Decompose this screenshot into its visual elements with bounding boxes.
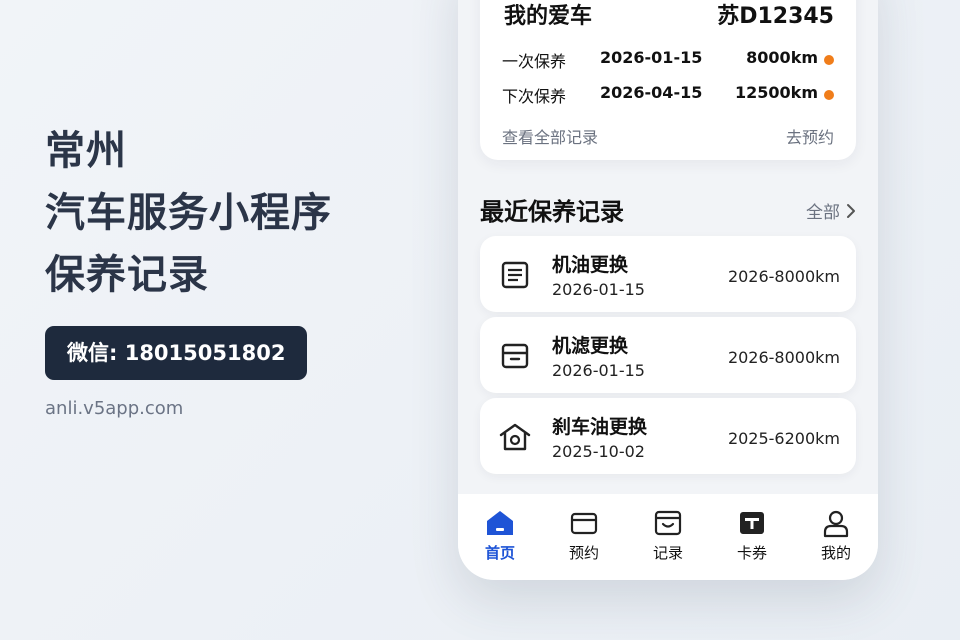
promo-panel: 常州 汽车服务小程序 保养记录 微信: 18015051802 anli.v5a… — [45, 120, 332, 419]
all-records-label: 全部 — [806, 203, 840, 223]
record-item-oil-change[interactable]: 机油更换 2026-01-15 2026-8000km — [480, 236, 856, 312]
tab-label: 我的 — [820, 544, 851, 562]
record-mileage: 2025-6200km — [727, 429, 840, 448]
chevron-right-icon — [847, 203, 855, 218]
tab-label: 预约 — [568, 544, 599, 562]
tab-home[interactable]: 首页 — [458, 494, 542, 580]
record-item-brake-fluid[interactable]: 刹车油更换 2025-10-02 2025-6200km — [480, 398, 856, 474]
promo-line-city: 常州 — [45, 128, 127, 174]
tab-label: 卡券 — [736, 544, 767, 562]
record-name: 刹车油更换 — [552, 416, 648, 438]
wechat-contact-badge: 微信: 18015051802 — [45, 326, 308, 380]
last-maintenance-row: 一次保养 2026-01-15 8000km — [502, 48, 834, 72]
record-mileage: 2026-8000km — [727, 267, 840, 286]
home-icon — [487, 511, 513, 535]
user-icon — [823, 510, 849, 538]
coupon-icon — [740, 512, 764, 534]
tab-profile[interactable]: 我的 — [794, 494, 878, 580]
record-name: 机滤更换 — [552, 335, 629, 357]
row-mileage: 8000km — [746, 48, 818, 67]
book-appointment-link[interactable]: 去预约 — [786, 124, 834, 148]
website-url: anli.v5app.com — [45, 398, 184, 419]
record-item-filter-change[interactable]: 机滤更换 2026-01-15 2026-8000km — [480, 317, 856, 393]
view-all-records-link[interactable]: 查看全部记录 — [502, 124, 598, 148]
filter-box-icon — [501, 343, 529, 369]
my-car-card: 我的爱车 苏D12345 一次保养 2026-01-15 8000km 下次保养… — [480, 0, 856, 160]
tab-booking[interactable]: 预约 — [542, 494, 626, 580]
row-date: 2026-01-15 — [600, 48, 703, 67]
row-label: 一次保养 — [502, 52, 567, 71]
row-date: 2026-04-15 — [600, 83, 703, 102]
record-date: 2025-10-02 — [552, 442, 645, 461]
tab-label: 首页 — [484, 544, 515, 562]
status-dot — [824, 90, 834, 100]
recent-records-title: 最近保养记录 — [480, 198, 624, 226]
all-records-button[interactable]: 全部 — [806, 198, 856, 223]
records-box-icon — [654, 510, 682, 536]
promo-line-feature: 保养记录 — [45, 252, 209, 298]
record-mileage: 2026-8000km — [727, 348, 840, 367]
next-maintenance-row: 下次保养 2026-04-15 12500km — [502, 83, 834, 107]
tab-records[interactable]: 记录 — [626, 494, 710, 580]
bottom-tab-bar: 首页 预约 记录 卡券 我的 — [458, 494, 878, 580]
document-icon — [501, 261, 529, 289]
record-date: 2026-01-15 — [552, 280, 645, 299]
row-mileage: 12500km — [735, 83, 818, 102]
phone-screen: 我的爱车 苏D12345 一次保养 2026-01-15 8000km 下次保养… — [458, 0, 878, 580]
record-date: 2026-01-15 — [552, 361, 645, 380]
promo-line-app: 汽车服务小程序 — [45, 190, 332, 236]
tab-label: 记录 — [652, 544, 683, 562]
garage-icon — [499, 423, 531, 451]
record-name: 机油更换 — [552, 254, 629, 276]
license-plate: 苏D12345 — [717, 4, 834, 29]
tab-coupons[interactable]: 卡券 — [710, 494, 794, 580]
status-dot — [824, 55, 834, 65]
row-label: 下次保养 — [502, 87, 567, 106]
card-icon — [570, 512, 598, 535]
my-car-title: 我的爱车 — [504, 4, 593, 29]
